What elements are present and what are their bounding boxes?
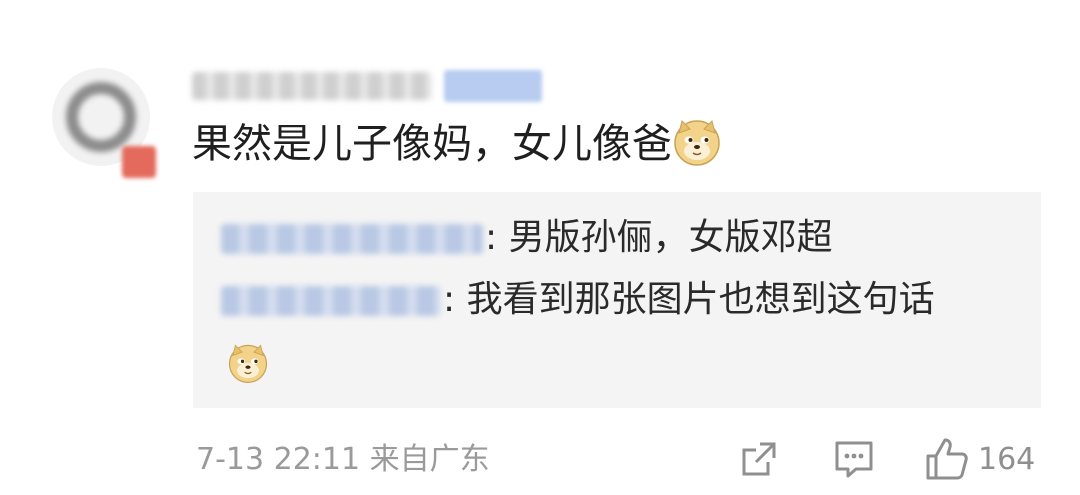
comment-location: 来自广东 bbox=[369, 442, 490, 477]
comment-time: 7-13 22:11 bbox=[196, 442, 361, 477]
avatar-image bbox=[66, 82, 136, 152]
doge-emoji-icon bbox=[674, 120, 720, 166]
reply-author[interactable] bbox=[221, 224, 483, 254]
share-button[interactable] bbox=[738, 436, 780, 482]
author-badge bbox=[444, 70, 542, 102]
thumbs-up-icon bbox=[926, 438, 968, 480]
author-name[interactable] bbox=[192, 72, 432, 100]
reply-item[interactable]: : 我看到那张图片也想到这句话 bbox=[221, 276, 935, 324]
reply-button[interactable] bbox=[832, 436, 876, 482]
comment-body: 果然是儿子像妈，女儿像爸 bbox=[192, 116, 722, 172]
like-button[interactable]: 164 bbox=[924, 436, 1035, 482]
like-count: 164 bbox=[978, 441, 1036, 477]
share-icon bbox=[742, 442, 776, 476]
replies-panel[interactable]: : 男版孙俪，女版邓超 : 我看到那张图片也想到这句话 bbox=[193, 192, 1041, 408]
reply-author[interactable] bbox=[221, 286, 441, 316]
comment-icon bbox=[835, 441, 873, 478]
doge-emoji-icon bbox=[228, 344, 268, 383]
verified-badge-icon bbox=[122, 146, 156, 178]
reply-item[interactable]: : 男版孙俪，女版邓超 bbox=[221, 214, 833, 262]
reply-text: : 男版孙俪，女版邓超 bbox=[485, 217, 833, 258]
comment-card: 果然是儿子像妈，女儿像爸 : 男版孙俪，女版邓超 : 我看到那张图片也想到这句话 bbox=[0, 0, 1080, 495]
comment-text: 果然是儿子像妈，女儿像爸 bbox=[192, 121, 672, 167]
reply-text: : 我看到那张图片也想到这句话 bbox=[443, 279, 935, 320]
comment-meta: 7-13 22:11 来自广东 bbox=[196, 438, 490, 482]
